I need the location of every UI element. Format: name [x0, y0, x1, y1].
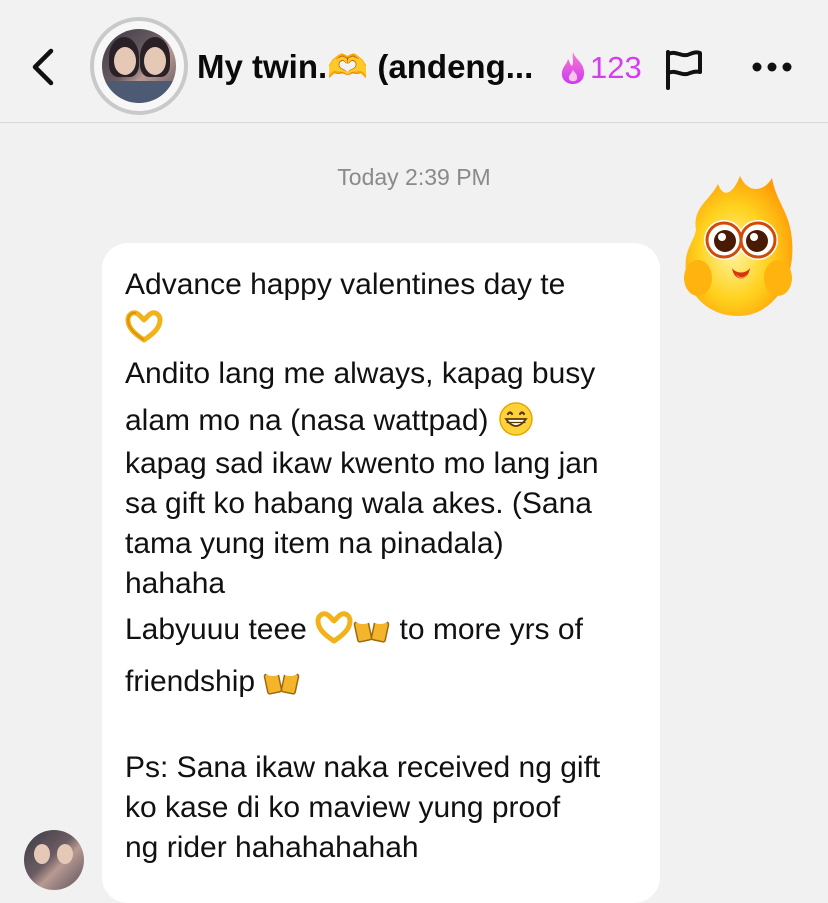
message-line: ko kase di ko maview yung proof [125, 791, 561, 824]
message-line-text: friendship [125, 665, 256, 698]
message-line-text: alam mo na (nasa wattpad) [125, 404, 489, 437]
message-line: tama yung item na pinadala) [125, 527, 504, 560]
streak-count: 123 [590, 50, 642, 85]
wide-eyed-flame-sticker[interactable] [676, 170, 800, 320]
message-line: friendship [125, 656, 655, 708]
fire-icon [561, 52, 585, 84]
back-button[interactable] [22, 42, 66, 92]
message-line-text: to more yrs of [399, 613, 583, 646]
sender-avatar[interactable] [24, 830, 84, 890]
message-line: Ps: Sana ikaw naka received ng gift [125, 751, 601, 784]
contact-avatar[interactable] [90, 17, 188, 115]
more-options-button[interactable] [748, 54, 796, 80]
message-line [125, 308, 655, 350]
chat-header: My twin.🫶 (andeng... 123 [0, 0, 828, 123]
avatar-photo [102, 29, 176, 103]
clinking-beer-mugs-emoji-icon [353, 611, 391, 645]
message-line: Andito lang me always, kapag busy [125, 357, 596, 390]
message-line: hahaha [125, 567, 226, 600]
clinking-beer-mugs-emoji-icon [263, 663, 301, 697]
message-line: kapag sad ikaw kwento mo lang jan [125, 447, 599, 480]
grinning-face-emoji-icon [497, 402, 535, 436]
chat-title[interactable]: My twin.🫶 (andeng... [197, 44, 542, 90]
message-line: sa gift ko habang wala akes. (Sana [125, 487, 592, 520]
ellipsis-horizontal-icon [752, 62, 792, 72]
message-line: Labyuuu teee to more yrs of [125, 604, 655, 656]
report-button[interactable] [660, 46, 706, 92]
message-text: Advance happy valentines day te Andito l… [125, 262, 655, 868]
heart-hands-emoji-icon [125, 310, 163, 344]
message-line: alam mo na (nasa wattpad) [125, 397, 655, 444]
streak-badge: 123 [558, 48, 642, 88]
message-line: Advance happy valentines day te [125, 268, 566, 301]
chevron-left-icon [32, 48, 54, 86]
flag-icon [666, 50, 702, 90]
message-line-text: Labyuuu teee [125, 613, 307, 646]
heart-hands-emoji-icon [315, 611, 353, 645]
message-line: ng rider hahahahahah [125, 831, 419, 864]
